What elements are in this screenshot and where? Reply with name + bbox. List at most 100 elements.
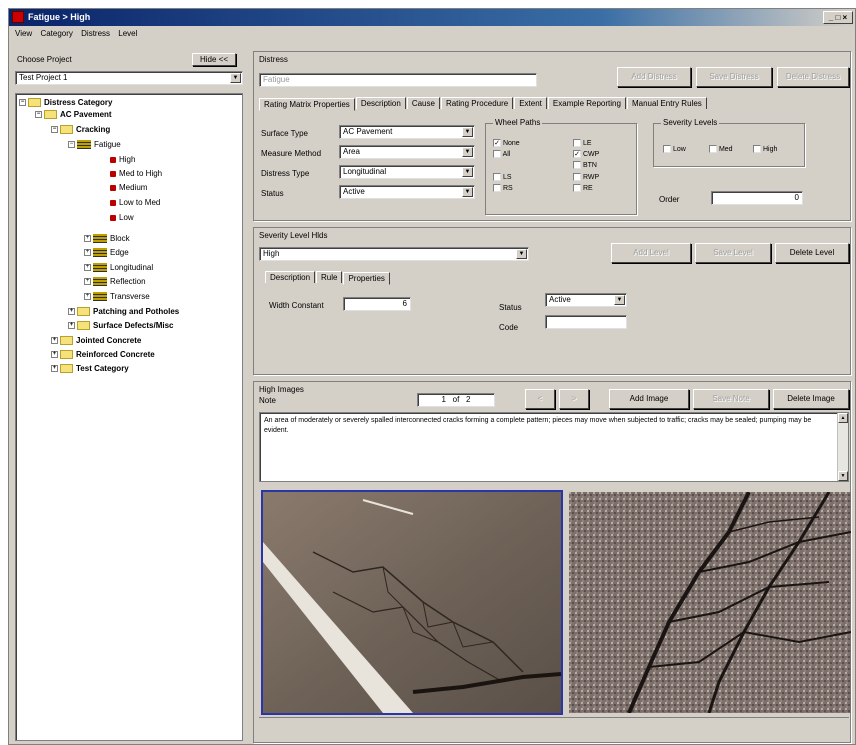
window-controls[interactable]: _ □ ×	[823, 11, 853, 24]
wp-none-checkbox[interactable]: ✓ None	[493, 139, 520, 147]
checkbox-checked-icon[interactable]: ✓	[493, 139, 501, 147]
measure-method-select[interactable]: Area ▼	[339, 145, 475, 159]
chevron-down-icon[interactable]: ▼	[516, 249, 527, 259]
wp-rwp-checkbox[interactable]: RWP	[573, 173, 599, 181]
menu-level[interactable]: Level	[118, 29, 137, 38]
collapse-icon[interactable]: −	[68, 141, 75, 149]
scroll-down-icon[interactable]: ▼	[838, 471, 848, 481]
chevron-down-icon[interactable]: ▼	[230, 73, 241, 83]
checkbox-icon[interactable]	[573, 139, 581, 147]
wp-btn-checkbox[interactable]: BTN	[573, 161, 597, 169]
add-distress-button[interactable]: Add Distress	[617, 67, 691, 87]
wp-all-checkbox[interactable]: All	[493, 150, 510, 158]
surface-type-select[interactable]: AC Pavement ▼	[339, 125, 475, 139]
distress-tree[interactable]: − Distress Category − AC Pavement − Crackin…	[15, 93, 243, 741]
tree-node-cracking[interactable]: − Cracking	[51, 124, 110, 136]
next-image-button[interactable]: >	[559, 389, 589, 409]
tree-node-test-category[interactable]: + Test Category	[51, 363, 129, 375]
order-field[interactable]: 0	[711, 191, 803, 205]
severity-low-checkbox[interactable]: Low	[663, 145, 686, 153]
severity-high-checkbox[interactable]: High	[753, 145, 777, 153]
tree-node-level-low[interactable]: Low	[110, 212, 134, 224]
tree-node-reinforced-concrete[interactable]: + Reinforced Concrete	[51, 349, 155, 361]
tree-node-jointed-concrete[interactable]: + Jointed Concrete	[51, 335, 141, 347]
pavement-image-1[interactable]	[261, 490, 563, 715]
tab-description[interactable]: Description	[355, 97, 406, 109]
severity-level-select[interactable]: High ▼	[259, 247, 529, 261]
checkbox-icon[interactable]	[573, 161, 581, 169]
tree-node-level-high[interactable]: High	[110, 154, 135, 166]
expand-icon[interactable]: +	[84, 264, 91, 272]
collapse-icon[interactable]: −	[51, 126, 58, 134]
collapse-icon[interactable]: −	[19, 99, 26, 107]
tab-rating-matrix[interactable]: Rating Matrix Properties	[259, 98, 355, 111]
distress-type-select[interactable]: Longitudinal ▼	[339, 165, 475, 179]
tab-rating-procedure[interactable]: Rating Procedure	[440, 97, 514, 109]
chevron-down-icon[interactable]: ▼	[614, 295, 625, 305]
tree-node-longitudinal[interactable]: + Longitudinal	[84, 262, 153, 274]
code-field[interactable]	[545, 315, 627, 329]
tree-node-transverse[interactable]: + Transverse	[84, 291, 150, 303]
save-note-button[interactable]: Save Note	[693, 389, 769, 409]
tree-node-surface-defects[interactable]: + Surface Defects/Misc	[68, 320, 173, 332]
checkbox-icon[interactable]	[663, 145, 671, 153]
tab-level-description[interactable]: Description	[265, 271, 316, 283]
chevron-down-icon[interactable]: ▼	[462, 147, 473, 157]
expand-icon[interactable]: +	[68, 308, 75, 316]
checkbox-icon[interactable]	[753, 145, 761, 153]
note-scrollbar[interactable]: ▲ ▼	[837, 413, 848, 481]
chevron-down-icon[interactable]: ▼	[462, 187, 473, 197]
width-constant-field[interactable]: 6	[343, 297, 411, 311]
menu-view[interactable]: View	[15, 29, 32, 38]
collapse-icon[interactable]: −	[35, 111, 42, 119]
checkbox-icon[interactable]	[573, 173, 581, 181]
wp-ls-checkbox[interactable]: LS	[493, 173, 512, 181]
wp-cwp-checkbox[interactable]: ✓ CWP	[573, 150, 599, 158]
add-level-button[interactable]: Add Level	[611, 243, 691, 263]
expand-icon[interactable]: +	[51, 351, 58, 359]
tree-node-level-low-to-med[interactable]: Low to Med	[110, 197, 160, 209]
level-status-select[interactable]: Active ▼	[545, 293, 627, 307]
tab-cause[interactable]: Cause	[406, 97, 440, 109]
severity-med-checkbox[interactable]: Med	[709, 145, 733, 153]
expand-icon[interactable]: +	[84, 293, 91, 301]
hide-button[interactable]: Hide <<	[192, 53, 236, 66]
checkbox-icon[interactable]	[709, 145, 717, 153]
tree-node-block[interactable]: + Block	[84, 233, 130, 245]
image-strip-scrollbar[interactable]	[259, 717, 849, 741]
tree-node-patching[interactable]: + Patching and Potholes	[68, 306, 179, 318]
checkbox-icon[interactable]	[573, 184, 581, 192]
tree-node-fatigue[interactable]: − Fatigue	[68, 139, 121, 151]
image-note-textarea[interactable]: An area of moderately or severely spalle…	[259, 412, 849, 482]
scroll-up-icon[interactable]: ▲	[838, 413, 848, 423]
tree-node-level-med-to-high[interactable]: Med to High	[110, 168, 162, 180]
checkbox-icon[interactable]	[493, 150, 501, 158]
add-image-button[interactable]: Add Image	[609, 389, 689, 409]
save-distress-button[interactable]: Save Distress	[696, 67, 772, 87]
checkbox-icon[interactable]	[493, 184, 501, 192]
project-select[interactable]: Test Project 1 ▼	[15, 71, 243, 85]
delete-distress-button[interactable]: Delete Distress	[777, 67, 849, 87]
prev-image-button[interactable]: <	[525, 389, 555, 409]
tree-node-edge[interactable]: + Edge	[84, 247, 129, 259]
tree-node-ac-pavement[interactable]: − AC Pavement	[35, 109, 112, 121]
menu-distress[interactable]: Distress	[81, 29, 110, 38]
save-level-button[interactable]: Save Level	[695, 243, 771, 263]
expand-icon[interactable]: +	[51, 365, 58, 373]
tab-manual-entry-rules[interactable]: Manual Entry Rules	[626, 97, 707, 109]
expand-icon[interactable]: +	[84, 278, 91, 286]
wp-rs-checkbox[interactable]: RS	[493, 184, 513, 192]
expand-icon[interactable]: +	[84, 235, 91, 243]
menu-category[interactable]: Category	[40, 29, 72, 38]
wp-le-checkbox[interactable]: LE	[573, 139, 592, 147]
tab-level-properties[interactable]: Properties	[343, 272, 390, 285]
chevron-down-icon[interactable]: ▼	[462, 127, 473, 137]
chevron-down-icon[interactable]: ▼	[462, 167, 473, 177]
tab-extent[interactable]: Extent	[514, 97, 547, 109]
tab-example-reporting[interactable]: Example Reporting	[547, 97, 626, 109]
tree-node-level-medium[interactable]: Medium	[110, 182, 147, 194]
tab-level-rule[interactable]: Rule	[316, 271, 343, 283]
tree-node-reflection[interactable]: + Reflection	[84, 276, 146, 288]
expand-icon[interactable]: +	[68, 322, 75, 330]
checkbox-checked-icon[interactable]: ✓	[573, 150, 581, 158]
